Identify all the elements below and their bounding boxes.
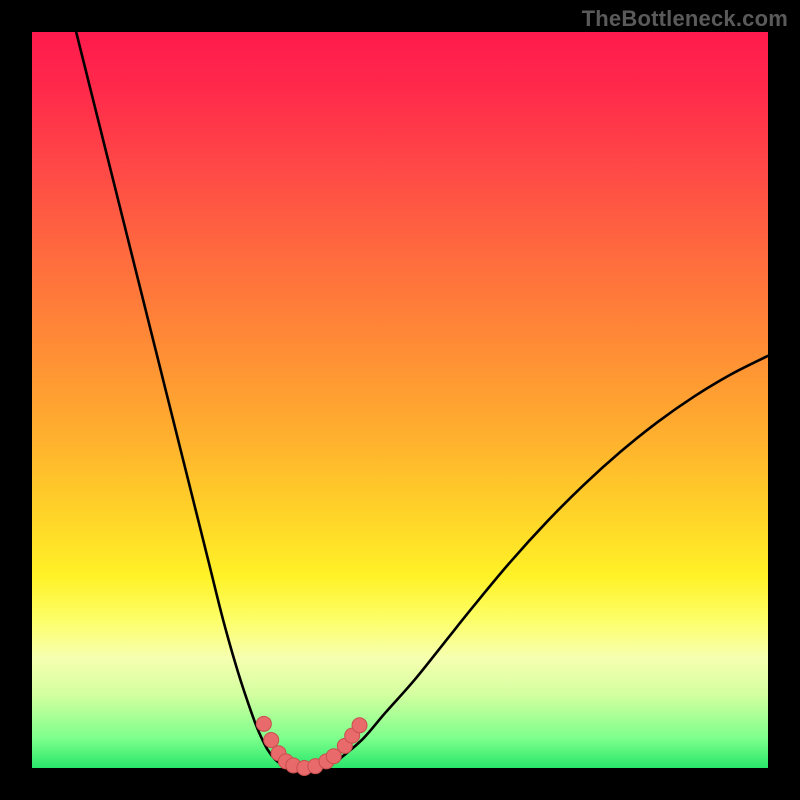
chart-frame: TheBottleneck.com [0,0,800,800]
curve-group [76,32,768,768]
marker-group [256,716,367,775]
data-marker [256,716,271,731]
bottleneck-curve [76,32,768,768]
plot-area [32,32,768,768]
watermark-text: TheBottleneck.com [582,6,788,32]
data-marker [352,718,367,733]
data-marker [264,733,279,748]
chart-svg [32,32,768,768]
